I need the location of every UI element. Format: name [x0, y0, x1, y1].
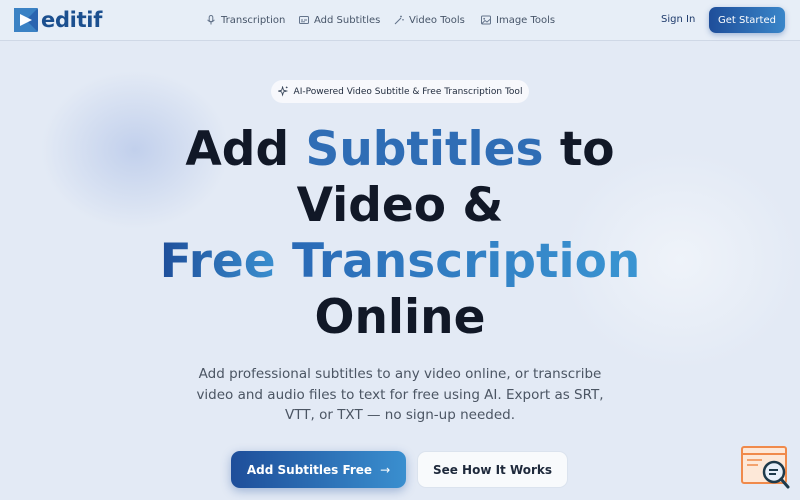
headline-accent: Free — [159, 234, 276, 289]
headline-accent: Transcription — [292, 234, 641, 289]
nav-link-add-subtitles[interactable]: Add Subtitles — [299, 13, 380, 27]
nav-link-label: Add Subtitles — [314, 14, 381, 26]
editif-logo-icon — [14, 8, 38, 32]
headline-word: to — [559, 122, 615, 177]
add-subtitles-free-button[interactable]: Add Subtitles Free → — [231, 451, 406, 488]
sign-in-link[interactable]: Sign In — [661, 14, 695, 25]
sparkles-icon — [277, 86, 288, 97]
top-navbar: editif Transcription Add Subtitles Video… — [0, 0, 800, 41]
headline-word: Add — [185, 122, 290, 177]
image-icon — [481, 15, 491, 25]
badge-text: AI-Powered Video Subtitle & Free Transcr… — [293, 86, 523, 97]
button-label: Add Subtitles Free — [246, 462, 373, 477]
hero-headline: Add Subtitles to Video & Free Transcript… — [0, 122, 800, 346]
hero-badge: AI-Powered Video Subtitle & Free Transcr… — [271, 80, 529, 103]
subtitles-icon — [299, 16, 309, 24]
brand-logo[interactable]: editif — [14, 7, 102, 33]
arrow-right-icon: → — [380, 462, 391, 477]
nav-link-label: Video Tools — [409, 14, 465, 26]
nav-link-transcription[interactable]: Transcription — [206, 13, 285, 27]
see-how-it-works-button[interactable]: See How It Works — [417, 451, 568, 488]
floating-search-widget-icon[interactable] — [740, 445, 792, 490]
mic-icon — [207, 15, 215, 25]
nav-link-image-tools[interactable]: Image Tools — [481, 13, 555, 27]
nav-link-label: Image Tools — [496, 14, 556, 26]
headline-accent: Subtitles — [305, 122, 544, 177]
headline-line: Video & — [296, 178, 504, 233]
headline-line: Online — [314, 290, 486, 345]
hero-subtitle: Add professional subtitles to any video … — [196, 366, 604, 423]
nav-link-video-tools[interactable]: Video Tools — [394, 13, 465, 27]
brand-name: editif — [41, 8, 103, 32]
nav-link-label: Transcription — [221, 14, 286, 26]
get-started-button[interactable]: Get Started — [709, 7, 785, 33]
magic-wand-icon — [394, 15, 404, 25]
